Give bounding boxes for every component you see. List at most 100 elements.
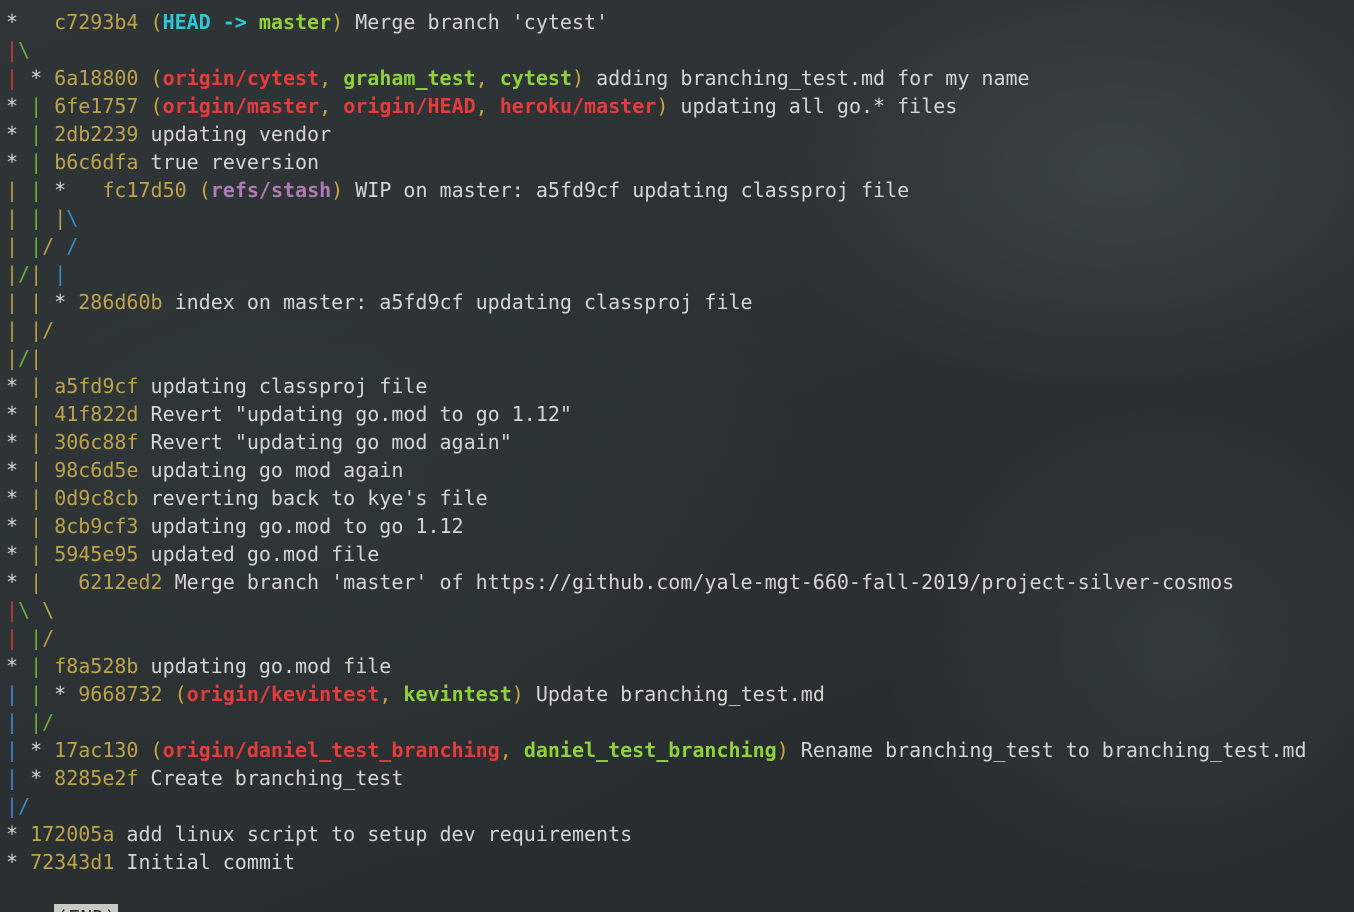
- log-text: updating go.mod to go 1.12: [138, 514, 464, 538]
- log-text: true reversion: [138, 150, 320, 174]
- log-text: *: [6, 430, 31, 454]
- ref-punctuation: ,: [475, 66, 500, 90]
- ref-punctuation: ,: [319, 66, 344, 90]
- graph-line: |: [6, 766, 19, 790]
- graph-line: |: [6, 66, 19, 90]
- ref-punctuation: ): [331, 178, 344, 202]
- graph-line: |: [6, 290, 19, 314]
- ref-punctuation: (: [138, 66, 163, 90]
- graph-line: |: [30, 374, 43, 398]
- log-text: Update branching_test.md: [523, 682, 825, 706]
- log-text: *: [6, 122, 31, 146]
- log-line: * | a5fd9cf updating classproj file: [6, 372, 1307, 400]
- log-line: | | * fc17d50 (refs/stash) WIP on master…: [6, 176, 1307, 204]
- log-line: * 72343d1 Initial commit: [6, 848, 1307, 876]
- ref-punctuation: ,: [379, 682, 404, 706]
- log-line: |/| |: [6, 260, 1307, 288]
- graph-line: |: [30, 542, 43, 566]
- log-text: updating all go.* files: [668, 94, 958, 118]
- pager-status-line: (END): [6, 876, 119, 912]
- log-line: |\: [6, 36, 1307, 64]
- log-text: *: [6, 458, 31, 482]
- log-text: *: [6, 514, 31, 538]
- log-line: * | f8a528b updating go.mod file: [6, 652, 1307, 680]
- commit-hash: 306c88f: [54, 430, 139, 454]
- commit-hash: 41f822d: [54, 402, 139, 426]
- log-text: *: [6, 10, 55, 34]
- ref-punctuation: ,: [475, 94, 500, 118]
- log-line: * 172005a add linux script to setup dev …: [6, 820, 1307, 848]
- log-text: updating vendor: [138, 122, 332, 146]
- ref-punctuation: ): [656, 94, 669, 118]
- log-text: updating classproj file: [138, 374, 428, 398]
- commit-hash: fc17d50: [102, 178, 187, 202]
- log-text: adding branching_test.md for my name: [584, 66, 1030, 90]
- ref-punctuation: ): [511, 682, 524, 706]
- log-text: index on master: a5fd9cf updating classp…: [162, 290, 753, 314]
- graph-line: |: [30, 290, 43, 314]
- log-text: *: [18, 766, 55, 790]
- log-line: |/: [6, 792, 1307, 820]
- commit-hash: 5945e95: [54, 542, 139, 566]
- commit-hash: 8cb9cf3: [54, 514, 139, 538]
- log-line: | | |\: [6, 204, 1307, 232]
- log-line: * | 2db2239 updating vendor: [6, 120, 1307, 148]
- graph-line: |: [54, 206, 67, 230]
- commit-hash: f8a528b: [54, 654, 139, 678]
- remote-branch-ref: origin/cytest: [162, 66, 320, 90]
- log-text: Merge branch 'master' of https://github.…: [162, 570, 1235, 594]
- log-text: *: [6, 94, 31, 118]
- commit-hash: 0d9c8cb: [54, 486, 139, 510]
- graph-line: /: [42, 626, 55, 650]
- log-line: | |/: [6, 316, 1307, 344]
- log-line: * | 5945e95 updated go.mod file: [6, 540, 1307, 568]
- log-text: *: [18, 738, 55, 762]
- log-text: Create branching_test: [138, 766, 404, 790]
- local-branch-ref: master: [258, 10, 332, 34]
- log-line: |\ \: [6, 596, 1307, 624]
- log-line: | * 6a18800 (origin/cytest, graham_test,…: [6, 64, 1307, 92]
- graph-line: |: [30, 206, 43, 230]
- log-text: *: [6, 542, 31, 566]
- log-text: *: [6, 150, 31, 174]
- log-line: * | 41f822d Revert "updating go.mod to g…: [6, 400, 1307, 428]
- log-text: *: [6, 654, 31, 678]
- graph-line: |: [6, 598, 19, 622]
- graph-line: |: [30, 710, 43, 734]
- commit-hash: 9668732: [78, 682, 163, 706]
- log-line: | | * 286d60b index on master: a5fd9cf u…: [6, 288, 1307, 316]
- log-line: | |/: [6, 624, 1307, 652]
- graph-line: |: [30, 262, 43, 286]
- commit-hash: 98c6d5e: [54, 458, 139, 482]
- log-line: | |/ /: [6, 232, 1307, 260]
- graph-line: \: [18, 598, 31, 622]
- log-text: updating go mod again: [138, 458, 404, 482]
- graph-line: /: [42, 318, 55, 342]
- log-text: Initial commit: [114, 850, 296, 874]
- remote-branch-ref: heroku/master: [499, 94, 657, 118]
- log-text: Merge branch 'cytest': [343, 10, 609, 34]
- graph-line: \: [42, 598, 55, 622]
- pager-end-indicator[interactable]: (END): [54, 904, 119, 912]
- graph-line: |: [6, 178, 19, 202]
- log-line: * | 306c88f Revert "updating go mod agai…: [6, 428, 1307, 456]
- ref-punctuation: ,: [319, 94, 344, 118]
- ref-punctuation: ): [331, 10, 344, 34]
- graph-line: |: [30, 626, 43, 650]
- terminal-window[interactable]: * c7293b4 (HEAD -> master) Merge branch …: [0, 0, 1354, 912]
- commit-hash: 6a18800: [54, 66, 139, 90]
- graph-line: |: [30, 402, 43, 426]
- ref-punctuation: ): [776, 738, 789, 762]
- log-text: add linux script to setup dev requiremen…: [114, 822, 633, 846]
